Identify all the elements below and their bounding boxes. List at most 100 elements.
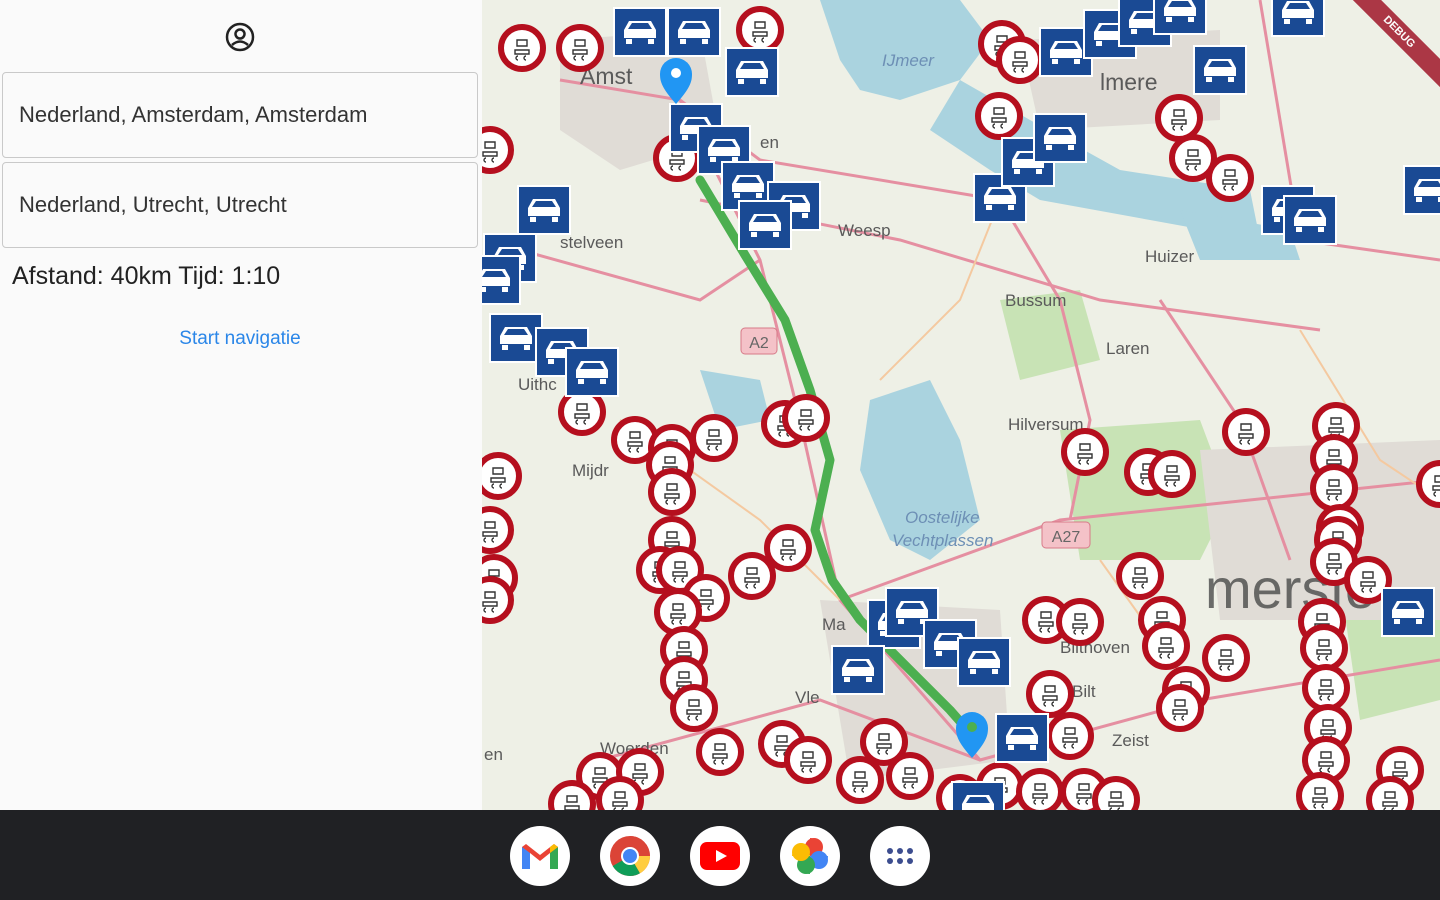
speed-camera-marker[interactable] — [1202, 634, 1250, 682]
svg-text:A27: A27 — [1052, 529, 1081, 546]
traffic-jam-marker[interactable] — [613, 7, 667, 57]
car-wheel — [1008, 745, 1014, 750]
car-wheel — [756, 193, 762, 198]
car-wheel — [1394, 619, 1400, 624]
speed-camera-marker[interactable] — [1092, 776, 1140, 810]
car-wheel — [524, 345, 530, 350]
traffic-jam-marker[interactable] — [831, 645, 885, 695]
start-navigation-button[interactable]: Start navigatie — [0, 328, 480, 350]
from-location-value: Nederland, Amsterdam, Amsterdam — [19, 102, 368, 127]
speed-camera-marker[interactable] — [728, 552, 776, 600]
speed-camera-marker[interactable] — [482, 576, 514, 624]
gmail-icon[interactable] — [510, 826, 570, 886]
traffic-jam-marker[interactable] — [995, 713, 1049, 763]
map-canvas[interactable]: Amst lmere IJmeer Weesp Huizer Bussum La… — [482, 0, 1440, 810]
speed-camera-marker[interactable] — [1416, 460, 1440, 508]
road-shield-a2: A2 — [740, 327, 778, 355]
speed-camera-marker[interactable] — [996, 36, 1044, 84]
speed-camera-marker[interactable] — [556, 24, 604, 72]
speed-camera-marker[interactable] — [1300, 624, 1348, 672]
to-location-field[interactable]: Nederland, Utrecht, Utrecht — [2, 162, 478, 248]
speed-camera-marker[interactable] — [784, 736, 832, 784]
traffic-jam-marker[interactable] — [482, 255, 521, 305]
speed-camera-marker[interactable] — [690, 414, 738, 462]
speed-camera-marker[interactable] — [1026, 670, 1074, 718]
speed-camera-marker[interactable] — [548, 780, 596, 810]
speed-camera-marker[interactable] — [1366, 776, 1414, 810]
road-shield-a27: A27 — [1041, 521, 1091, 549]
traffic-jam-marker[interactable] — [1403, 165, 1440, 215]
speed-camera-marker[interactable] — [558, 388, 606, 436]
speed-camera-marker[interactable] — [1142, 622, 1190, 670]
speed-camera-marker[interactable] — [1296, 772, 1344, 810]
speed-camera-marker[interactable] — [975, 92, 1023, 140]
speed-camera-marker[interactable] — [736, 6, 784, 54]
traffic-jam-marker[interactable] — [1283, 195, 1337, 245]
car-wheel — [738, 79, 744, 84]
traffic-jam-marker[interactable] — [1153, 0, 1207, 35]
google-photos-icon[interactable] — [780, 826, 840, 886]
speed-camera-marker[interactable] — [696, 728, 744, 776]
speed-camera-marker[interactable] — [1061, 428, 1109, 476]
speed-camera-marker[interactable] — [498, 24, 546, 72]
app-launcher-icon[interactable] — [870, 826, 930, 886]
label-bilt: Bilt — [1072, 682, 1096, 701]
account-circle-icon[interactable] — [222, 19, 258, 55]
traffic-jam-marker[interactable] — [489, 313, 543, 363]
speed-camera-marker[interactable] — [1056, 598, 1104, 646]
traffic-jam-marker[interactable] — [565, 347, 619, 397]
car-wheel — [1030, 745, 1036, 750]
label-vechtplassen: Vechtplassen — [892, 531, 993, 550]
speed-camera-marker[interactable] — [1155, 94, 1203, 142]
speed-camera-marker[interactable] — [1046, 712, 1094, 760]
car-wheel — [1188, 17, 1194, 22]
speed-camera-marker[interactable] — [764, 524, 812, 572]
speed-camera-marker[interactable] — [482, 506, 514, 554]
speed-camera-marker[interactable] — [596, 776, 644, 810]
speed-camera-marker[interactable] — [482, 126, 514, 174]
speed-camera-marker[interactable] — [1116, 552, 1164, 600]
speed-camera-marker[interactable] — [886, 752, 934, 800]
speed-camera-marker[interactable] — [482, 452, 522, 500]
speed-camera-marker[interactable] — [1148, 450, 1196, 498]
speed-camera-marker[interactable] — [836, 756, 884, 804]
speed-camera-marker[interactable] — [782, 394, 830, 442]
car-wheel — [1096, 41, 1102, 46]
traffic-jam-marker[interactable] — [667, 7, 721, 57]
car-wheel — [680, 39, 686, 44]
car-wheel — [1008, 205, 1014, 210]
traffic-jam-marker[interactable] — [951, 781, 1005, 810]
traffic-jam-marker[interactable] — [517, 185, 571, 235]
from-location-field[interactable]: Nederland, Amsterdam, Amsterdam — [2, 72, 478, 158]
traffic-jam-marker[interactable] — [957, 637, 1011, 687]
label-huizen: Huizer — [1145, 247, 1194, 266]
traffic-jam-marker[interactable] — [1033, 113, 1087, 163]
speed-camera-marker[interactable] — [670, 684, 718, 732]
traffic-jam-marker[interactable] — [1271, 0, 1325, 37]
car-wheel — [702, 39, 708, 44]
speed-camera-marker[interactable] — [648, 468, 696, 516]
speed-camera-marker[interactable] — [1310, 464, 1358, 512]
car-wheel — [1284, 19, 1290, 24]
svg-text:A2: A2 — [749, 335, 769, 352]
speed-camera-marker[interactable] — [1016, 768, 1064, 810]
traffic-jam-marker[interactable] — [1381, 587, 1435, 637]
traffic-jam-marker[interactable] — [738, 200, 792, 250]
speed-camera-marker[interactable] — [1206, 154, 1254, 202]
label-en: en — [484, 745, 503, 764]
speed-camera-marker[interactable] — [1222, 408, 1270, 456]
car-wheel — [1318, 227, 1324, 232]
car-wheel — [1074, 59, 1080, 64]
youtube-icon[interactable] — [690, 826, 750, 886]
car-wheel — [482, 287, 486, 292]
car-wheel — [1046, 145, 1052, 150]
speed-camera-marker[interactable] — [1302, 664, 1350, 712]
speed-camera-marker[interactable] — [1156, 684, 1204, 732]
label-vleuten: Vle — [795, 688, 820, 707]
speed-camera-marker[interactable] — [654, 588, 702, 636]
map-view[interactable]: Amst lmere IJmeer Weesp Huizer Bussum La… — [482, 0, 1440, 810]
chrome-icon[interactable] — [600, 826, 660, 886]
traffic-jam-marker[interactable] — [725, 47, 779, 97]
car-wheel — [1052, 59, 1058, 64]
traffic-jam-marker[interactable] — [1193, 45, 1247, 95]
